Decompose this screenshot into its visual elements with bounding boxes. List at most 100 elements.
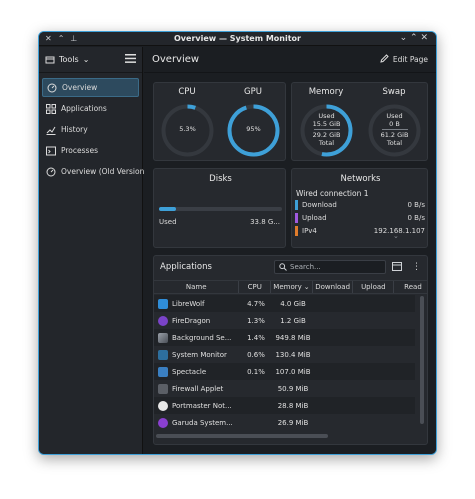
minimize-icon[interactable]: ⌄ <box>400 33 408 43</box>
network-row-upload: Upload 0 B/s <box>295 213 425 223</box>
edit-page-label: Edit Page <box>392 55 428 64</box>
memory-used-label: Used <box>318 112 335 120</box>
scroll-chevron-icon[interactable]: ⌄ <box>393 232 399 240</box>
sidebar-item-label: History <box>61 125 88 134</box>
network-download-value: 0 B/s <box>407 201 426 209</box>
column-upload[interactable]: Upload <box>353 281 395 293</box>
disks-title: Disks <box>209 174 232 184</box>
gpu-value: 95% <box>246 125 261 133</box>
applications-title: Applications <box>160 262 212 272</box>
swap-total-value: 61.2 GiB <box>380 131 409 140</box>
swap-used-label: Used <box>386 112 403 120</box>
disks-used-value: 33.8 G... <box>250 218 280 226</box>
sidebar-item-overview[interactable]: Overview <box>42 78 139 97</box>
tools-dropdown[interactable]: Tools <box>59 55 79 64</box>
column-cpu[interactable]: CPU <box>239 281 272 293</box>
network-row-download: Download 0 B/s <box>295 200 425 210</box>
network-connection-name: Wired connection 1 <box>296 189 369 198</box>
table-header: Name CPU Memory ⌄ Download Upload Read <box>154 280 427 294</box>
swap-total-label: Total <box>386 139 403 148</box>
column-name[interactable]: Name <box>154 281 240 293</box>
table-row[interactable]: Spectacle 0.1% 107.0 MiB <box>154 363 415 380</box>
applications-icon <box>46 103 56 114</box>
disk-usage-bar <box>159 207 282 211</box>
portmaster-icon <box>158 400 168 411</box>
keep-above-icon[interactable]: ⌃ <box>58 34 65 43</box>
history-icon <box>46 125 56 135</box>
memory-used-value: 15.5 GiB <box>312 120 341 129</box>
memory-total-label: Total <box>318 139 335 148</box>
network-upload-value: 0 B/s <box>407 214 426 222</box>
firedragon-icon <box>158 315 168 326</box>
overview-old-icon <box>46 167 56 177</box>
view-options-icon[interactable] <box>392 261 402 273</box>
garuda-system-icon <box>158 417 168 428</box>
spectacle-icon <box>158 366 168 377</box>
sidebar-item-processes[interactable]: Processes <box>42 141 139 160</box>
gpu-title: GPU <box>244 87 262 97</box>
more-options-icon[interactable]: ⋮ <box>412 262 421 272</box>
window-menu-icon[interactable]: ✕ <box>45 34 52 43</box>
edit-page-button[interactable]: Edit Page <box>380 54 428 65</box>
network-row-ipv4: IPv4 192.168.1.107 <box>295 226 425 236</box>
chevron-down-icon[interactable]: ⌄ <box>83 55 90 64</box>
memory-total-value: 29.2 GiB <box>312 131 341 140</box>
swap-title: Swap <box>382 87 406 97</box>
network-download-label: Download <box>302 201 337 209</box>
title-bar: ✕ ⌃ ⊥ Overview — System Monitor ⌄ ⌃ ✕ <box>39 32 436 46</box>
network-upload-label: Upload <box>302 214 327 222</box>
hamburger-menu-icon[interactable] <box>125 54 136 65</box>
overview-icon <box>47 83 57 93</box>
horizontal-scrollbar[interactable] <box>156 434 328 438</box>
window-title: Overview — System Monitor <box>174 34 301 43</box>
pin-icon[interactable]: ⊥ <box>70 34 77 43</box>
column-download[interactable]: Download <box>313 281 354 293</box>
maximize-icon[interactable]: ⌃ <box>410 33 418 43</box>
memory-title: Memory <box>308 87 344 97</box>
page-title: Overview <box>152 54 200 65</box>
sidebar-item-overview-old[interactable]: Overview (Old Version) <box>42 162 147 181</box>
column-read[interactable]: Read <box>394 281 427 293</box>
column-memory[interactable]: Memory ⌄ <box>271 281 313 293</box>
sidebar-item-label: Processes <box>61 146 98 155</box>
table-row[interactable]: Portmaster Not... 28.8 MiB <box>154 397 415 414</box>
pencil-icon <box>380 54 389 65</box>
search-icon <box>279 263 287 271</box>
applications-table: LibreWolf 4.7% 4.0 GiB FireDragon 1.3% 1… <box>154 295 427 430</box>
table-row[interactable]: System Monitor 0.6% 130.4 MiB <box>154 346 415 363</box>
network-ipv4-value: 192.168.1.107 <box>373 227 425 235</box>
sort-chevron-icon: ⌄ <box>303 283 310 291</box>
system-monitor-window: ✕ ⌃ ⊥ Overview — System Monitor ⌄ ⌃ ✕ To… <box>38 31 437 455</box>
sidebar-item-label: Overview <box>62 83 98 92</box>
table-row[interactable]: Background Se... 1.4% 949.8 MiB <box>154 329 415 346</box>
network-ipv4-label: IPv4 <box>302 227 317 235</box>
firewall-applet-icon <box>158 383 168 394</box>
system-monitor-icon <box>158 349 168 360</box>
table-row[interactable]: Firewall Applet 50.9 MiB <box>154 380 415 397</box>
disks-card: Disks Used 33.8 G... <box>153 168 286 248</box>
applications-card: Applications Search... ⋮ Name CPU Memory… <box>153 255 428 445</box>
table-row[interactable]: FireDragon 1.3% 1.2 GiB <box>154 312 415 329</box>
cpu-title: CPU <box>178 87 196 97</box>
networks-title: Networks <box>340 174 381 184</box>
sidebar-item-label: Applications <box>61 104 107 113</box>
close-icon[interactable]: ✕ <box>420 33 428 43</box>
swap-used-value: 0 B <box>389 120 400 129</box>
disk-usage-fill <box>159 207 177 211</box>
tools-icon[interactable] <box>45 55 55 65</box>
memory-swap-card: Memory Swap Used 15.5 GiB 29.2 GiB Total… <box>291 82 428 161</box>
sidebar-item-applications[interactable]: Applications <box>42 99 139 118</box>
sidebar: Tools ⌄ Overview Applications History Pr… <box>39 47 147 454</box>
sidebar-item-history[interactable]: History <box>42 120 139 139</box>
search-input[interactable]: Search... <box>274 260 386 274</box>
table-row[interactable]: Garuda System... 26.9 MiB <box>154 414 415 430</box>
sidebar-item-label: Overview (Old Version) <box>61 167 148 176</box>
vertical-scrollbar[interactable] <box>420 296 424 424</box>
librewolf-icon <box>158 298 168 309</box>
disks-used-label: Used <box>159 218 177 226</box>
processes-icon <box>46 146 56 156</box>
main-panel: Overview Edit Page CPU GPU 5.3% 95% Memo… <box>144 47 436 454</box>
table-row[interactable]: LibreWolf 4.7% 4.0 GiB <box>154 295 415 312</box>
cpu-gpu-card: CPU GPU 5.3% 95% <box>153 82 286 161</box>
cpu-value: 5.3% <box>179 125 196 133</box>
